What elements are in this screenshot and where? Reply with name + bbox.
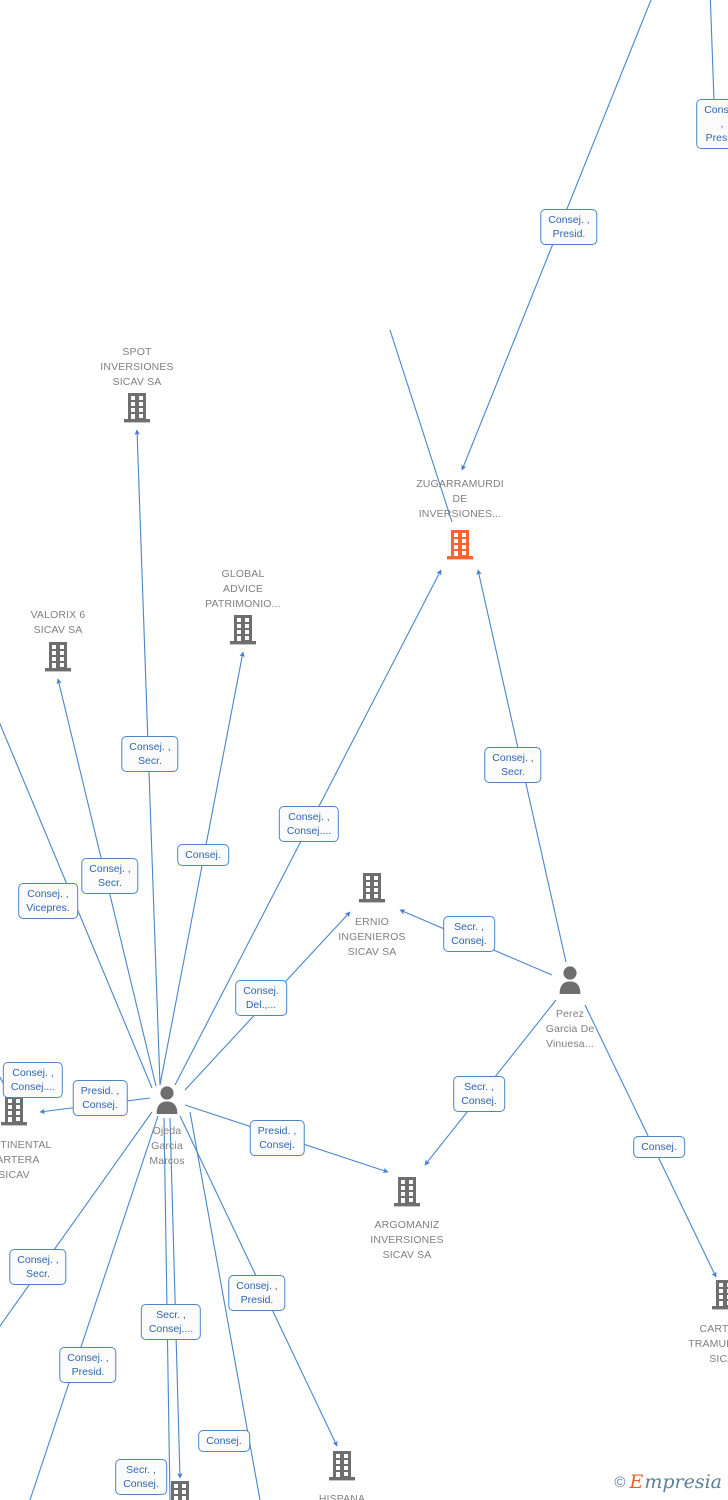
graph-node-hispana[interactable] [282, 1450, 402, 1482]
edge-label[interactable]: Consej. , Secr. [9, 1249, 67, 1285]
building-icon [312, 872, 432, 904]
graph-node-continental[interactable] [0, 1095, 74, 1127]
edge-layer [0, 0, 717, 1500]
graph-edge[interactable] [709, 0, 715, 101]
building-icon [0, 641, 118, 673]
edge-label[interactable]: Consej. , Presid. [540, 209, 598, 245]
graph-node-spot[interactable] [77, 392, 197, 424]
building-icon-highlighted [400, 529, 520, 561]
graph-node-label: Ojeda Garcia Marcos [107, 1122, 227, 1169]
network-graph-canvas[interactable]: SPOT INVERSIONES SICAV SA GLOBAL ADVICE P… [0, 0, 728, 1500]
node-label-text: HISPANA [318, 1493, 366, 1500]
edge-label[interactable]: Consej. , Secr. [81, 858, 139, 894]
building-icon [282, 1450, 402, 1482]
graph-edge[interactable] [159, 651, 245, 1086]
edge-label[interactable]: Secr. , Consej. [115, 1459, 167, 1495]
edge-label[interactable]: Secr. , Consej. [453, 1076, 505, 1112]
node-label-text: Perez Garcia De Vinuesa... [545, 1008, 595, 1050]
edge-label[interactable]: Secr. , Consej.... [140, 1304, 202, 1340]
graph-node-label: Perez Garcia De Vinuesa... [510, 1005, 630, 1052]
node-label-text: VALORIX 6 SICAV SA [30, 609, 86, 636]
edge-label[interactable]: Presid. , Consej. [249, 1120, 305, 1156]
node-label-text: SPOT INVERSIONES SICAV SA [100, 346, 174, 388]
graph-node-label: CONTINENTAL CARTERA SICAV [0, 1136, 74, 1183]
edge-label[interactable]: Consej. [177, 844, 229, 866]
graph-node-perez[interactable] [510, 964, 630, 996]
edge-label[interactable]: Secr. , Consej. [443, 916, 495, 952]
graph-node-global[interactable] [183, 614, 303, 646]
building-icon [77, 392, 197, 424]
building-icon [665, 1279, 728, 1311]
edge-label[interactable]: Consej. , Vicepres. [18, 883, 78, 919]
edge-label[interactable]: Consej. , Consej.... [2, 1062, 64, 1098]
graph-node-ernio[interactable] [312, 872, 432, 904]
node-label-text: GLOBAL ADVICE PATRIMONIO... [205, 568, 281, 610]
graph-node-label: GLOBAL ADVICE PATRIMONIO... [183, 565, 303, 612]
building-icon [347, 1176, 467, 1208]
node-label-text: ERNIO INGENIEROS SICAV SA [338, 916, 406, 958]
brand-name: mpresia [644, 1471, 722, 1493]
graph-node-valorix[interactable] [0, 641, 118, 673]
edge-paths [0, 0, 717, 1500]
building-icon [0, 1095, 74, 1127]
graph-edge[interactable] [169, 1117, 183, 1479]
person-icon [510, 964, 630, 996]
graph-node-label: ERNIO INGENIEROS SICAV SA [312, 913, 432, 960]
edge-label[interactable]: Consej. Del.,... [235, 980, 287, 1016]
edge-label[interactable]: Consej. , Presid. [59, 1347, 117, 1383]
node-label-text: ARGOMANIZ INVERSIONES SICAV SA [370, 1219, 444, 1261]
edge-label[interactable]: Consej. , Secr. [121, 736, 179, 772]
edge-label[interactable]: Consej. , Presid. [696, 99, 728, 149]
graph-node-label: SPOT INVERSIONES SICAV SA [77, 343, 197, 390]
node-label-text: Ojeda Garcia Marcos [149, 1125, 185, 1167]
copyright-icon: © [614, 1474, 626, 1491]
edge-label[interactable]: Consej. , Consej.... [278, 806, 340, 842]
edge-label[interactable]: Consej. [633, 1136, 685, 1158]
node-label-text: ZUGARRAMURDI DE INVERSIONES... [416, 478, 504, 520]
graph-node-zugarramurdi[interactable] [400, 529, 520, 561]
edge-label[interactable]: Consej. , Secr. [484, 747, 542, 783]
building-icon [183, 614, 303, 646]
graph-node-label: VALORIX 6 SICAV SA [0, 606, 118, 638]
graph-node-label: CARTERA TRAMUNTANA SICAV [665, 1320, 728, 1367]
graph-node-label: ZUGARRAMURDI DE INVERSIONES... [400, 475, 520, 522]
graph-node-label: ARGOMANIZ INVERSIONES SICAV SA [347, 1216, 467, 1263]
edge-label[interactable]: Presid. , Consej. [72, 1080, 128, 1116]
empresia-watermark: © E mpresia [614, 1473, 722, 1492]
brand-initial: E [629, 1471, 644, 1493]
node-label-text: CARTERA TRAMUNTANA SICAV [688, 1323, 728, 1365]
graph-node-argomaniz[interactable] [347, 1176, 467, 1208]
graph-node-label: HISPANA [282, 1490, 402, 1500]
graph-node-cartera[interactable] [665, 1279, 728, 1311]
node-label-text: CONTINENTAL CARTERA SICAV [0, 1139, 52, 1181]
edge-label[interactable]: Consej. , Presid. [228, 1275, 286, 1311]
edge-label[interactable]: Consej. [198, 1430, 250, 1452]
